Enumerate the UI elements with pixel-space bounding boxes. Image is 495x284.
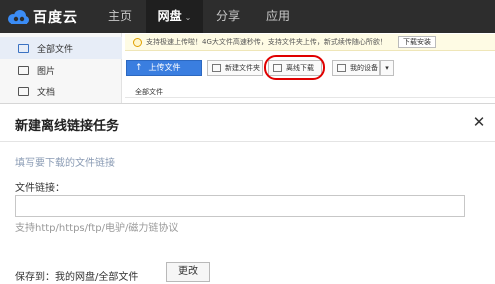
nav-item-label: 网盘 bbox=[157, 9, 182, 23]
sidebar-item-label: 图片 bbox=[37, 66, 56, 77]
supported-protocols-hint: 支持http/https/ftp/电驴/磁力链协议 bbox=[15, 223, 179, 234]
new-folder-icon bbox=[212, 64, 221, 72]
dialog-header: 新建离线链接任务 ✕ bbox=[0, 104, 495, 142]
chevron-down-icon: ⌄ bbox=[184, 13, 192, 22]
new-offline-task-dialog: 新建离线链接任务 ✕ 填写要下载的文件链接 文件链接： 支持http/https… bbox=[0, 103, 495, 284]
notice-text: 支持极速上传啦！4G大文件高速秒传，支持文件夹上传，新式续传随心所欲！ bbox=[146, 38, 387, 46]
file-link-input[interactable] bbox=[15, 195, 465, 217]
nav-item-label: 应用 bbox=[265, 9, 290, 23]
nav-item-home[interactable]: 主页 bbox=[95, 0, 145, 33]
baidu-cloud-window: 百度云 主页 网盘 ⌄ 分享 应用 全部文件 图片 文档 支持极速上传啦！4G大… bbox=[0, 0, 495, 284]
document-icon bbox=[18, 86, 29, 96]
sidebar-item-all-files[interactable]: 全部文件 bbox=[0, 37, 122, 59]
sidebar-item-label: 文档 bbox=[37, 87, 56, 98]
nav-item-label: 分享 bbox=[215, 9, 240, 23]
folder-icon bbox=[18, 43, 29, 53]
upload-file-label: 上传文件 bbox=[148, 63, 181, 72]
nav-item-share[interactable]: 分享 bbox=[203, 0, 253, 33]
my-devices-label: 我的设备 bbox=[350, 64, 378, 72]
brand-name: 百度云 bbox=[33, 10, 78, 26]
sidebar-item-label: 全部文件 bbox=[37, 44, 74, 55]
top-nav-bar: 百度云 主页 网盘 ⌄ 分享 应用 bbox=[0, 0, 495, 33]
list-divider bbox=[125, 97, 495, 98]
upload-file-button[interactable]: ↑ 上传文件 bbox=[126, 60, 202, 76]
save-to-path: 保存到：我的网盘/全部文件 bbox=[15, 272, 139, 283]
highlight-annotation-ring bbox=[264, 55, 325, 80]
file-link-label: 文件链接： bbox=[15, 183, 65, 194]
brand-logo[interactable]: 百度云 bbox=[6, 7, 78, 27]
close-icon[interactable]: ✕ bbox=[471, 112, 487, 132]
nav-item-apps[interactable]: 应用 bbox=[253, 0, 303, 33]
new-folder-button[interactable]: 新建文件夹 bbox=[207, 60, 263, 76]
download-install-button[interactable]: 下载安装 bbox=[398, 36, 436, 48]
cloud-logo-icon bbox=[8, 10, 29, 24]
notice-bar: 支持极速上传啦！4G大文件高速秒传，支持文件夹上传，新式续传随心所欲！ 下载安装 bbox=[125, 34, 495, 51]
my-devices-button[interactable]: 我的设备 bbox=[332, 60, 380, 76]
device-icon bbox=[337, 64, 346, 72]
new-folder-label: 新建文件夹 bbox=[225, 64, 260, 72]
dialog-hint: 填写要下载的文件链接 bbox=[15, 158, 115, 169]
upload-arrow-icon: ↑ bbox=[135, 63, 143, 73]
dialog-title: 新建离线链接任务 bbox=[15, 119, 120, 134]
sidebar-item-images[interactable]: 图片 bbox=[0, 59, 122, 81]
nav-item-netdisk[interactable]: 网盘 ⌄ bbox=[146, 0, 203, 33]
devices-dropdown-caret[interactable]: ▾ bbox=[380, 60, 394, 76]
sidebar-item-documents[interactable]: 文档 bbox=[0, 80, 122, 102]
breadcrumb[interactable]: 全部文件 bbox=[135, 87, 163, 97]
sidebar: 全部文件 图片 文档 bbox=[0, 33, 122, 103]
smile-icon bbox=[133, 37, 142, 47]
image-icon bbox=[18, 65, 29, 75]
nav-item-label: 主页 bbox=[107, 9, 132, 23]
change-path-button[interactable]: 更改 bbox=[166, 262, 210, 282]
